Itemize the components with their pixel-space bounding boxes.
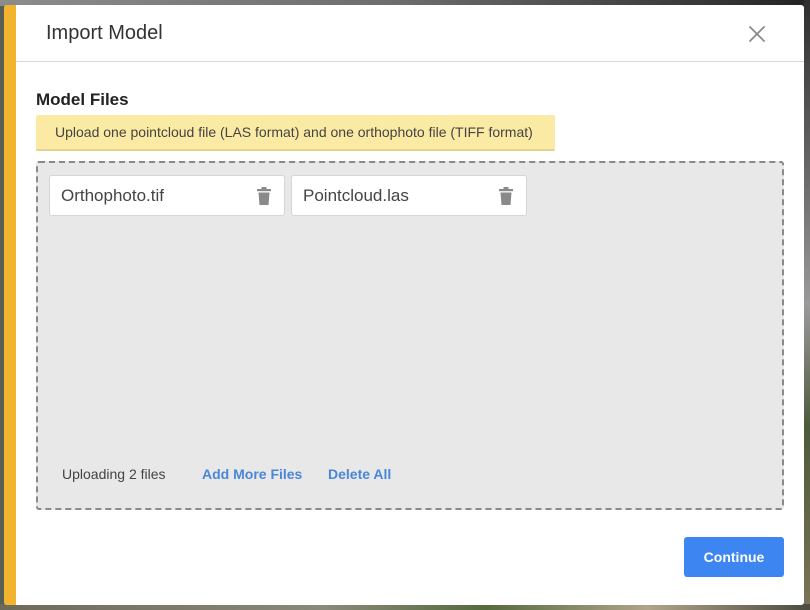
- close-icon[interactable]: [746, 23, 768, 45]
- file-dropzone[interactable]: Orthophoto.tif Pointcloud.las Uploading …: [36, 161, 784, 510]
- file-chip: Pointcloud.las: [291, 175, 527, 216]
- continue-button[interactable]: Continue: [684, 537, 784, 577]
- dialog-accent-bar: [4, 5, 16, 605]
- import-model-dialog: Import Model Model Files Upload one poin…: [4, 5, 804, 605]
- upload-notice: Upload one pointcloud file (LAS format) …: [36, 115, 555, 151]
- background-right: [804, 0, 810, 610]
- file-name: Pointcloud.las: [303, 185, 409, 205]
- trash-icon[interactable]: [496, 186, 516, 206]
- upload-notice-text: Upload one pointcloud file (LAS format) …: [55, 124, 533, 140]
- file-chip: Orthophoto.tif: [49, 175, 285, 216]
- trash-icon[interactable]: [254, 186, 274, 206]
- dialog-title: Import Model: [46, 21, 163, 44]
- delete-all-link[interactable]: Delete All: [328, 466, 391, 482]
- dialog-body: Model Files Upload one pointcloud file (…: [16, 62, 804, 605]
- file-name: Orthophoto.tif: [61, 185, 165, 205]
- add-more-files-link[interactable]: Add More Files: [202, 466, 302, 482]
- dialog-header: Import Model: [16, 5, 804, 62]
- upload-status: Uploading 2 files: [62, 466, 166, 482]
- section-title: Model Files: [36, 90, 129, 109]
